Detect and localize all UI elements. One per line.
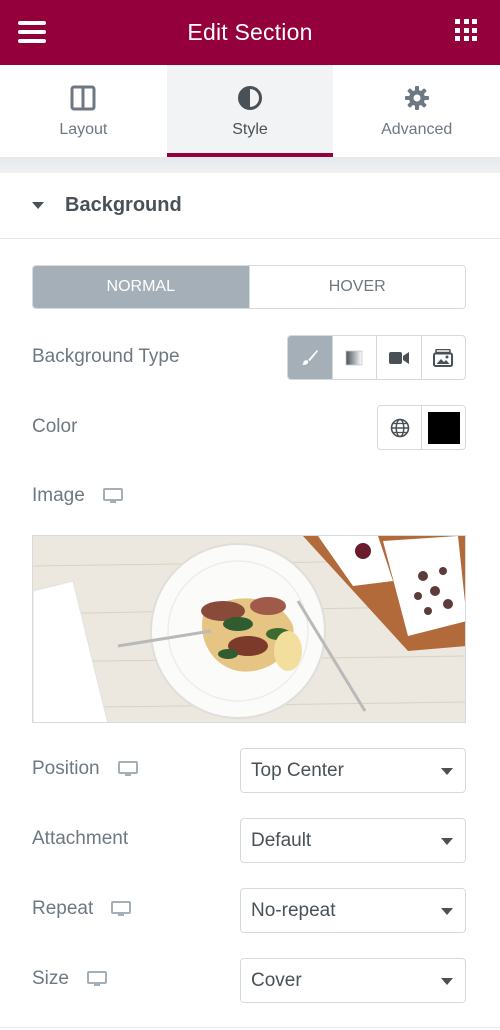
attachment-select[interactable]: Default xyxy=(240,818,466,863)
background-type-text: Background Type xyxy=(32,346,180,367)
caret-down-icon xyxy=(32,202,44,209)
position-value: Top Center xyxy=(251,759,344,781)
classic-option[interactable] xyxy=(288,336,332,379)
color-label: Color xyxy=(32,416,77,438)
tab-advanced-label: Advanced xyxy=(381,121,453,138)
tab-layout[interactable]: Layout xyxy=(0,65,167,157)
gradient-option[interactable] xyxy=(331,336,377,379)
globe-icon xyxy=(390,418,409,437)
caret-down-icon xyxy=(441,908,453,915)
position-label: Position xyxy=(32,758,138,780)
color-swatch xyxy=(427,411,460,444)
video-icon xyxy=(388,351,409,364)
attachment-value: Default xyxy=(251,829,312,851)
background-type-choices xyxy=(287,335,466,380)
section-background-toggle[interactable]: Background xyxy=(0,173,500,239)
desktop-icon[interactable] xyxy=(117,761,138,777)
tabs-divider xyxy=(0,157,500,173)
desktop-icon[interactable] xyxy=(102,488,123,504)
tab-style-label: Style xyxy=(232,121,268,138)
tab-style[interactable]: Style xyxy=(166,65,334,157)
background-type-label: Background Type xyxy=(32,346,180,368)
repeat-text: Repeat xyxy=(32,898,94,919)
half-circle-icon xyxy=(238,86,262,110)
tab-advanced[interactable]: Advanced xyxy=(333,65,500,157)
bottom-divider xyxy=(0,1027,500,1028)
panel-title: Edit Section xyxy=(187,19,313,45)
columns-icon xyxy=(70,85,96,111)
gradient-icon xyxy=(345,350,363,365)
state-switcher: Normal Hover xyxy=(32,265,466,309)
header-bar: Edit Section xyxy=(0,0,500,65)
size-value: Cover xyxy=(251,969,302,991)
food-photo xyxy=(33,536,465,722)
slideshow-icon xyxy=(433,348,454,367)
background-image-preview[interactable] xyxy=(32,535,466,723)
repeat-value: No-repeat xyxy=(251,899,336,921)
color-text: Color xyxy=(32,416,78,437)
desktop-icon[interactable] xyxy=(86,971,107,987)
color-control xyxy=(377,405,466,450)
video-option[interactable] xyxy=(376,336,421,379)
size-text: Size xyxy=(32,968,69,989)
image-label: Image xyxy=(32,485,123,507)
attachment-label: Attachment xyxy=(32,828,128,850)
repeat-select[interactable]: No-repeat xyxy=(240,888,466,933)
slideshow-option[interactable] xyxy=(420,336,466,379)
color-picker-button[interactable] xyxy=(422,406,465,449)
brush-icon xyxy=(301,349,318,365)
desktop-icon[interactable] xyxy=(111,901,132,917)
normal-tab[interactable]: Normal xyxy=(33,266,249,308)
image-text: Image xyxy=(32,485,85,506)
attachment-text: Attachment xyxy=(32,828,129,849)
hover-tab[interactable]: Hover xyxy=(248,266,465,308)
caret-down-icon xyxy=(441,978,453,985)
position-select[interactable]: Top Center xyxy=(240,748,466,793)
caret-down-icon xyxy=(441,838,453,845)
caret-down-icon xyxy=(441,768,453,775)
global-colors-button[interactable] xyxy=(378,406,422,449)
hamburger-icon[interactable] xyxy=(18,21,46,43)
repeat-label: Repeat xyxy=(32,898,132,920)
panel-tabs: Layout Style Advanced xyxy=(0,65,500,157)
section-title: Background xyxy=(65,194,182,216)
gear-icon xyxy=(404,86,429,110)
size-label: Size xyxy=(32,968,107,990)
size-select[interactable]: Cover xyxy=(240,958,466,1003)
tab-layout-label: Layout xyxy=(59,121,108,138)
grid-icon[interactable] xyxy=(455,19,477,41)
position-text: Position xyxy=(32,758,100,779)
